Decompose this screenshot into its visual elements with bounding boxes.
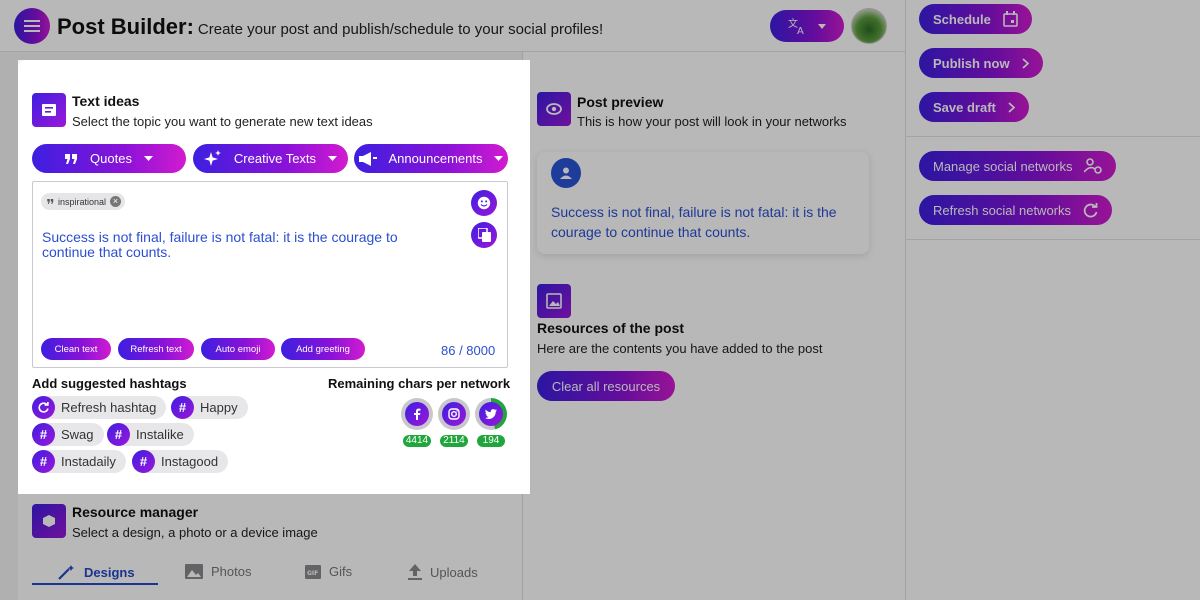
network-instagram: 2114 bbox=[438, 398, 470, 448]
copy-button[interactable] bbox=[471, 222, 497, 248]
hash-icon: # bbox=[171, 396, 194, 419]
networks-title: Remaining chars per network bbox=[328, 376, 511, 391]
refresh-hashtag-button[interactable]: Refresh hashtag bbox=[32, 396, 167, 419]
text-ideas-title: Text ideas bbox=[72, 93, 140, 109]
creative-texts-label: Creative Texts bbox=[233, 151, 317, 166]
quote-icon bbox=[47, 199, 54, 204]
chevron-down-icon bbox=[143, 156, 153, 161]
auto-emoji-button[interactable]: Auto emoji bbox=[201, 338, 275, 360]
sparkle-icon bbox=[203, 149, 221, 166]
refresh-text-button[interactable]: Refresh text bbox=[118, 338, 194, 360]
facebook-count: 4414 bbox=[402, 435, 432, 447]
hashtag-label: Instagood bbox=[161, 454, 219, 469]
twitter-count: 194 bbox=[477, 435, 505, 447]
hashtag-chip[interactable]: # Instadaily bbox=[32, 450, 126, 473]
text-ideas-subtitle: Select the topic you want to generate ne… bbox=[72, 114, 373, 129]
hash-icon: # bbox=[132, 450, 155, 473]
instagram-ring bbox=[438, 398, 470, 430]
network-twitter: 194 bbox=[475, 398, 507, 448]
text-icon bbox=[32, 93, 66, 127]
hashtag-chip[interactable]: # Instalike bbox=[107, 423, 194, 446]
close-icon[interactable]: × bbox=[110, 196, 122, 207]
megaphone-icon bbox=[358, 151, 377, 166]
hashtags-title: Add suggested hashtags bbox=[32, 376, 187, 391]
hashtag-chip[interactable]: # Swag bbox=[32, 423, 104, 446]
hashtag-label: Happy bbox=[200, 400, 238, 415]
text-editor[interactable]: inspirational × Success is not final, fa… bbox=[32, 181, 508, 368]
hash-icon: # bbox=[32, 450, 55, 473]
quote-icon bbox=[65, 153, 78, 164]
quotes-label: Quotes bbox=[90, 151, 132, 166]
focus-overlay bbox=[0, 0, 1200, 60]
clean-text-button[interactable]: Clean text bbox=[41, 338, 111, 360]
chevron-down-icon bbox=[494, 156, 504, 161]
focus-overlay bbox=[530, 60, 1200, 494]
instagram-count: 2114 bbox=[440, 435, 468, 447]
topic-chip: inspirational × bbox=[41, 193, 126, 210]
twitter-ring bbox=[475, 398, 507, 430]
char-counter: 86 / 8000 bbox=[441, 343, 496, 358]
quotes-dropdown[interactable]: Quotes bbox=[32, 144, 186, 173]
hashtag-label: Instalike bbox=[136, 427, 184, 442]
chevron-down-icon bbox=[328, 156, 338, 161]
hash-icon: # bbox=[107, 423, 130, 446]
announcements-dropdown[interactable]: Announcements bbox=[354, 144, 508, 173]
hashtag-chip[interactable]: # Happy bbox=[171, 396, 248, 419]
refresh-icon bbox=[32, 396, 55, 419]
hashtag-label: Instadaily bbox=[61, 454, 116, 469]
text-ideas-panel: Text ideas Select the topic you want to … bbox=[18, 60, 530, 494]
facebook-ring bbox=[401, 398, 433, 430]
add-greeting-button[interactable]: Add greeting bbox=[281, 338, 365, 360]
hashtag-chip[interactable]: # Instagood bbox=[132, 450, 229, 473]
instagram-icon bbox=[442, 402, 466, 426]
facebook-icon bbox=[405, 402, 429, 426]
editor-text[interactable]: Success is not final, failure is not fat… bbox=[42, 230, 452, 260]
topic-chip-label: inspirational bbox=[58, 196, 107, 207]
network-facebook: 4414 bbox=[401, 398, 433, 448]
hash-icon: # bbox=[32, 423, 55, 446]
focus-overlay bbox=[0, 494, 1200, 600]
twitter-icon bbox=[479, 402, 503, 426]
emoji-icon bbox=[477, 196, 491, 210]
focus-overlay bbox=[0, 60, 18, 494]
hashtag-label: Swag bbox=[61, 427, 94, 442]
emoji-button[interactable] bbox=[471, 190, 497, 216]
creative-texts-dropdown[interactable]: Creative Texts bbox=[193, 144, 348, 173]
copy-icon bbox=[477, 228, 491, 242]
refresh-hashtag-label: Refresh hashtag bbox=[61, 400, 157, 415]
announcements-label: Announcements bbox=[388, 151, 483, 166]
